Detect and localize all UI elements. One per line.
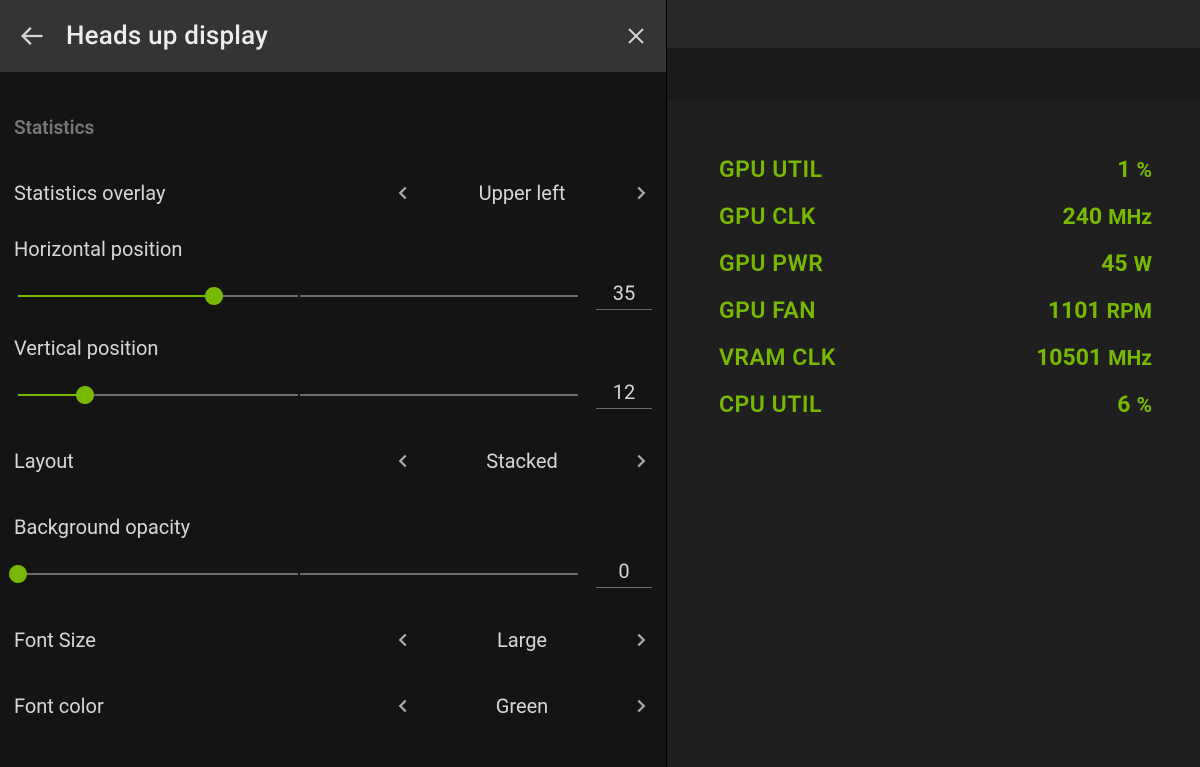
stat-unit: MHz — [1108, 206, 1152, 230]
stat-value-group: 45 W — [1101, 250, 1152, 277]
background-opacity-row: 0 — [14, 559, 652, 588]
stat-value-group: 240MHz — [1063, 203, 1153, 230]
chevron-right-icon[interactable] — [630, 695, 652, 717]
background-opacity-value[interactable]: 0 — [596, 559, 652, 588]
stat-value: 240 — [1063, 203, 1103, 230]
stat-value: 1101 — [1048, 297, 1101, 324]
stat-unit: MHz — [1108, 347, 1152, 371]
preview-panel: GPU UTIL1%GPU CLK240MHzGPU PWR45WGPU FAN… — [667, 0, 1200, 767]
slider-thumb[interactable] — [9, 565, 27, 583]
stat-unit: RPM — [1107, 300, 1152, 324]
font-size-label: Font Size — [14, 628, 392, 652]
chevron-right-icon[interactable] — [630, 629, 652, 651]
stat-label: GPU UTIL — [719, 156, 823, 183]
background-opacity-group: Background opacity 0 — [14, 515, 652, 588]
stat-row: GPU UTIL 1% — [719, 156, 1152, 203]
stat-value: 6 — [1117, 391, 1130, 418]
section-label: Statistics — [14, 116, 652, 139]
chevron-right-icon[interactable] — [630, 182, 652, 204]
stat-label: CPU UTIL — [719, 391, 822, 418]
background-opacity-label: Background opacity — [14, 515, 652, 539]
page-title: Heads up display — [66, 21, 624, 51]
horizontal-position-slider[interactable] — [18, 286, 578, 306]
slider-thumb[interactable] — [76, 386, 94, 404]
stat-value: 10501 — [1036, 344, 1102, 371]
vertical-position-label: Vertical position — [14, 336, 652, 360]
vertical-position-group: Vertical position 12 — [14, 336, 652, 409]
slider-fill — [18, 394, 85, 396]
statistics-overlay-selector: Statistics overlay Upper left — [14, 167, 652, 219]
stat-value: 1 — [1117, 156, 1130, 183]
vertical-position-row: 12 — [14, 380, 652, 409]
slider-divider — [298, 387, 300, 403]
stat-row: GPU CLK 240MHz — [719, 203, 1152, 250]
horizontal-position-group: Horizontal position 35 — [14, 237, 652, 310]
slider-fill — [18, 295, 214, 297]
stat-label: VRAM CLK — [719, 344, 836, 371]
stat-label: GPU CLK — [719, 203, 816, 230]
close-icon[interactable] — [624, 24, 648, 48]
slider-thumb[interactable] — [205, 287, 223, 305]
main-container: Heads up display Statistics Statistics o… — [0, 0, 1200, 767]
statistics-overlay-value: Upper left — [414, 181, 630, 205]
overlay-preview: GPU UTIL1%GPU CLK240MHzGPU PWR45WGPU FAN… — [667, 100, 1200, 767]
slider-divider — [298, 566, 300, 582]
stat-row: GPU FAN 1101RPM — [719, 297, 1152, 344]
chevron-left-icon[interactable] — [392, 629, 414, 651]
settings-body: Statistics Statistics overlay Upper left… — [0, 72, 666, 767]
vertical-position-value[interactable]: 12 — [596, 380, 652, 409]
font-color-value: Green — [414, 694, 630, 718]
stat-value-group: 1% — [1117, 156, 1152, 183]
font-color-label: Font color — [14, 694, 392, 718]
back-arrow-icon[interactable] — [18, 22, 46, 50]
horizontal-position-label: Horizontal position — [14, 237, 652, 261]
background-opacity-slider[interactable] — [18, 564, 578, 584]
layout-control: Stacked — [392, 449, 652, 473]
right-sub-bar — [667, 48, 1200, 100]
slider-divider — [298, 288, 300, 304]
right-top-bar — [667, 0, 1200, 48]
font-size-control: Large — [392, 628, 652, 652]
font-size-value: Large — [414, 628, 630, 652]
horizontal-position-row: 35 — [14, 281, 652, 310]
chevron-left-icon[interactable] — [392, 695, 414, 717]
header-bar: Heads up display — [0, 0, 666, 72]
settings-panel: Heads up display Statistics Statistics o… — [0, 0, 667, 767]
layout-value: Stacked — [414, 449, 630, 473]
stat-unit: % — [1136, 394, 1152, 418]
stat-unit: W — [1134, 253, 1152, 277]
chevron-right-icon[interactable] — [630, 450, 652, 472]
stat-unit: % — [1136, 159, 1152, 183]
stat-value-group: 1101RPM — [1048, 297, 1152, 324]
stat-value: 45 — [1101, 250, 1127, 277]
layout-selector: Layout Stacked — [14, 435, 652, 487]
stat-row: GPU PWR 45 W — [719, 250, 1152, 297]
vertical-position-slider[interactable] — [18, 385, 578, 405]
stat-label: GPU FAN — [719, 297, 816, 324]
stat-value-group: 10501MHz — [1036, 344, 1152, 371]
stat-row: VRAM CLK 10501MHz — [719, 344, 1152, 391]
stat-value-group: 6% — [1117, 391, 1152, 418]
chevron-left-icon[interactable] — [392, 182, 414, 204]
statistics-overlay-label: Statistics overlay — [14, 181, 392, 205]
stat-row: CPU UTIL 6% — [719, 391, 1152, 438]
font-color-selector: Font color Green — [14, 680, 652, 732]
chevron-left-icon[interactable] — [392, 450, 414, 472]
stat-label: GPU PWR — [719, 250, 823, 277]
font-size-selector: Font Size Large — [14, 614, 652, 666]
statistics-overlay-control: Upper left — [392, 181, 652, 205]
layout-label: Layout — [14, 449, 392, 473]
font-color-control: Green — [392, 694, 652, 718]
horizontal-position-value[interactable]: 35 — [596, 281, 652, 310]
